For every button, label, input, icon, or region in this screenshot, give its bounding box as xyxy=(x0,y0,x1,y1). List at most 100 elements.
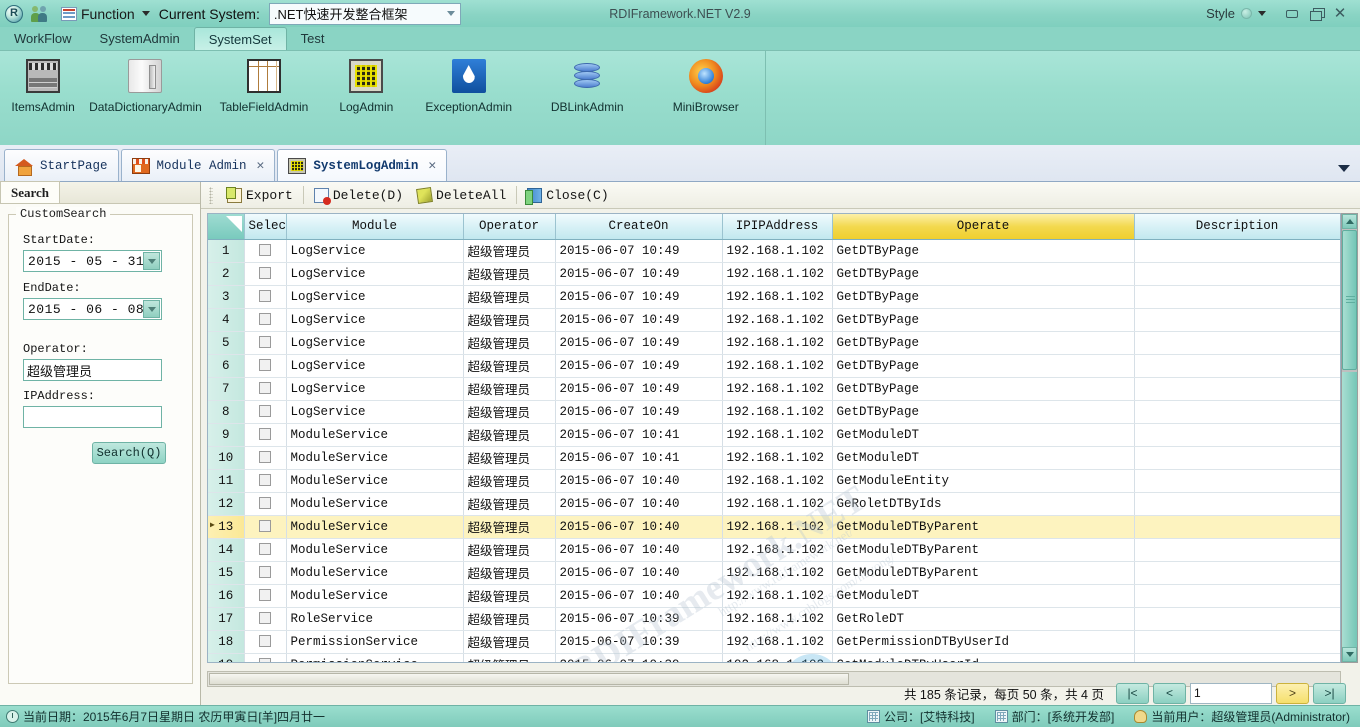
ribbon-tab-systemset[interactable]: SystemSet xyxy=(193,27,287,50)
table-row[interactable]: 1 LogService 超级管理员 2015-06-07 10:49 192.168.… xyxy=(208,239,1340,263)
row-checkbox[interactable] xyxy=(259,543,271,556)
function-menu-icon[interactable] xyxy=(61,6,77,21)
grid-vertical-scrollbar[interactable] xyxy=(1341,213,1358,663)
column-header-createon[interactable]: CreateOn xyxy=(555,214,723,240)
table-row[interactable]: 12 ModuleService 超级管理员 2015-06-07 10:40 192.… xyxy=(208,492,1340,516)
row-select-cell[interactable] xyxy=(244,538,287,562)
row-checkbox[interactable] xyxy=(259,244,271,257)
log-grid[interactable]: Selecte Module Operator CreateOn IPIPAdd… xyxy=(207,213,1341,663)
chevron-down-icon[interactable] xyxy=(1258,11,1266,16)
ribbon-button-table-field-admin[interactable]: TableFieldAdmin xyxy=(205,57,324,114)
function-label[interactable]: Function xyxy=(81,6,135,22)
row-checkbox[interactable] xyxy=(259,612,271,625)
end-date-input[interactable]: 2015 - 06 - 08 xyxy=(23,298,162,320)
row-select-cell[interactable] xyxy=(244,308,287,332)
row-checkbox[interactable] xyxy=(259,267,271,280)
close-button[interactable]: ✕ xyxy=(1328,5,1352,23)
table-row[interactable]: 17 RoleService 超级管理员 2015-06-07 10:39 192.16… xyxy=(208,607,1340,631)
scrollbar-thumb[interactable] xyxy=(209,673,849,685)
row-select-cell[interactable] xyxy=(244,239,287,263)
table-row[interactable]: 3 LogService 超级管理员 2015-06-07 10:49 192.168.… xyxy=(208,285,1340,309)
delete-all-button[interactable]: DeleteAll xyxy=(410,184,513,206)
row-select-cell[interactable] xyxy=(244,653,287,662)
ribbon-button-mini-browser[interactable]: MiniBrowser xyxy=(646,57,765,114)
ribbon-tab-test[interactable]: Test xyxy=(287,27,339,50)
doc-tab-startpage[interactable]: StartPage xyxy=(4,149,119,181)
close-icon[interactable]: ✕ xyxy=(428,159,436,172)
ip-address-input[interactable] xyxy=(23,406,162,428)
ribbon-button-items-admin[interactable]: ItemsAdmin xyxy=(0,57,86,114)
column-header-operate[interactable]: Operate xyxy=(832,214,1135,240)
close-button[interactable]: Close(C) xyxy=(520,184,615,206)
row-select-cell[interactable] xyxy=(244,607,287,631)
row-checkbox[interactable] xyxy=(259,497,271,510)
row-select-cell[interactable] xyxy=(244,446,287,470)
table-row[interactable]: 4 LogService 超级管理员 2015-06-07 10:49 192.168.… xyxy=(208,308,1340,332)
row-checkbox[interactable] xyxy=(259,290,271,303)
row-checkbox[interactable] xyxy=(259,359,271,372)
next-page-button[interactable]: > xyxy=(1276,682,1309,704)
row-checkbox[interactable] xyxy=(259,520,271,533)
style-label[interactable]: Style xyxy=(1206,6,1235,21)
row-select-cell[interactable] xyxy=(244,262,287,286)
column-header-description[interactable]: Description xyxy=(1134,214,1340,240)
table-row[interactable]: 7 LogService 超级管理员 2015-06-07 10:49 192.168.… xyxy=(208,377,1340,401)
start-date-input[interactable]: 2015 - 05 - 31 xyxy=(23,250,162,272)
maximize-button[interactable] xyxy=(1304,5,1328,23)
scroll-up-button[interactable] xyxy=(1342,214,1357,229)
row-select-cell[interactable] xyxy=(244,630,287,654)
first-page-button[interactable]: |< xyxy=(1116,682,1149,704)
row-select-cell[interactable] xyxy=(244,354,287,378)
row-select-cell[interactable] xyxy=(244,331,287,355)
scrollbar-track-lower[interactable] xyxy=(1342,372,1357,647)
last-page-button[interactable]: >| xyxy=(1313,682,1346,704)
row-checkbox[interactable] xyxy=(259,635,271,648)
column-header-ip[interactable]: IPIPAddress xyxy=(722,214,833,240)
table-row[interactable]: 5 LogService 超级管理员 2015-06-07 10:49 192.168.… xyxy=(208,331,1340,355)
ribbon-button-data-dictionary-admin[interactable]: DataDictionaryAdmin xyxy=(86,57,205,114)
chevron-down-icon[interactable] xyxy=(141,11,150,16)
table-row[interactable]: 10 ModuleService 超级管理员 2015-06-07 10:41 192.… xyxy=(208,446,1340,470)
ribbon-tab-workflow[interactable]: WorkFlow xyxy=(0,27,86,50)
row-select-cell[interactable] xyxy=(244,377,287,401)
table-row[interactable]: 9 ModuleService 超级管理员 2015-06-07 10:41 192.1… xyxy=(208,423,1340,447)
row-checkbox[interactable] xyxy=(259,451,271,464)
row-select-cell[interactable] xyxy=(244,469,287,493)
row-select-cell[interactable] xyxy=(244,515,287,539)
chevron-down-icon[interactable] xyxy=(143,252,160,270)
ribbon-tab-systemadmin[interactable]: SystemAdmin xyxy=(86,27,194,50)
row-select-cell[interactable] xyxy=(244,584,287,608)
table-row[interactable]: 8 LogService 超级管理员 2015-06-07 10:49 192.168.… xyxy=(208,400,1340,424)
table-row[interactable]: 2 LogService 超级管理员 2015-06-07 10:49 192.168.… xyxy=(208,262,1340,286)
row-checkbox[interactable] xyxy=(259,474,271,487)
ribbon-button-dblink-admin[interactable]: DBLinkAdmin xyxy=(528,57,647,114)
row-checkbox[interactable] xyxy=(259,566,271,579)
table-row[interactable]: 6 LogService 超级管理员 2015-06-07 10:49 192.168.… xyxy=(208,354,1340,378)
select-all-corner[interactable] xyxy=(208,214,245,240)
column-header-module[interactable]: Module xyxy=(286,214,464,240)
column-header-operator[interactable]: Operator xyxy=(463,214,556,240)
table-row[interactable]: 16 ModuleService 超级管理员 2015-06-07 10:40 192.… xyxy=(208,584,1340,608)
row-checkbox[interactable] xyxy=(259,313,271,326)
row-select-cell[interactable] xyxy=(244,285,287,309)
table-row[interactable]: 13 ModuleService超级管理员2015-06-07 10:40192.… xyxy=(208,515,1340,539)
export-button[interactable]: Export xyxy=(220,184,300,206)
row-checkbox[interactable] xyxy=(259,658,271,662)
ribbon-button-log-admin[interactable]: LogAdmin xyxy=(323,57,409,114)
row-checkbox[interactable] xyxy=(259,589,271,602)
row-checkbox[interactable] xyxy=(259,428,271,441)
users-icon[interactable] xyxy=(31,5,51,23)
page-number-input[interactable]: 1 xyxy=(1190,682,1272,704)
row-select-cell[interactable] xyxy=(244,492,287,516)
column-header-selected[interactable]: Selecte xyxy=(244,214,287,240)
table-row[interactable]: 15 ModuleService 超级管理员 2015-06-07 10:40 192.… xyxy=(208,561,1340,585)
row-select-cell[interactable] xyxy=(244,423,287,447)
chevron-down-icon[interactable] xyxy=(143,300,160,318)
system-select[interactable]: .NET快速开发整合框架 xyxy=(268,2,461,25)
search-button[interactable]: Search(Q) xyxy=(92,442,166,464)
close-icon[interactable]: ✕ xyxy=(257,159,265,172)
table-row[interactable]: 18 PermissionService 超级管理员 2015-06-07 10:39… xyxy=(208,630,1340,654)
prev-page-button[interactable]: < xyxy=(1153,682,1186,704)
minimize-button[interactable] xyxy=(1280,5,1304,23)
row-select-cell[interactable] xyxy=(244,561,287,585)
